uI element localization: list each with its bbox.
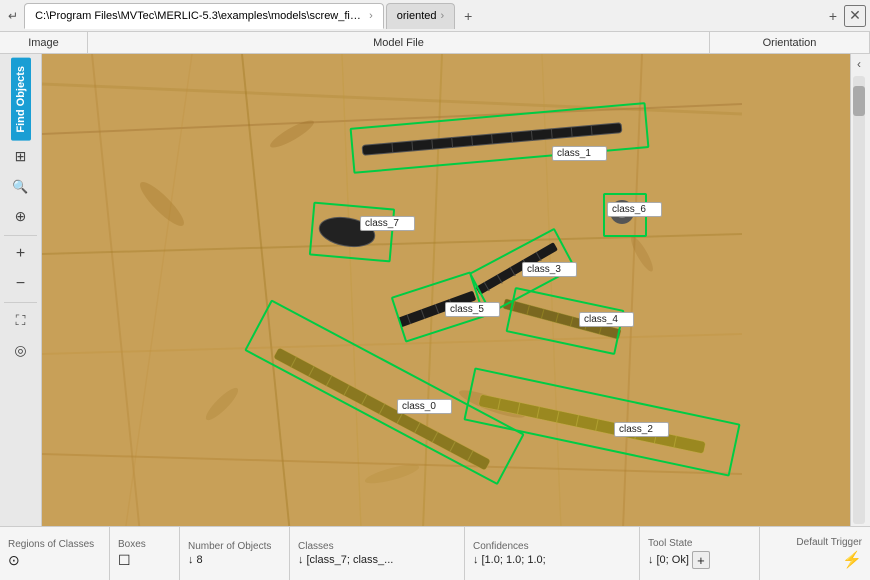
regions-label: Regions of Classes — [8, 539, 101, 550]
tab-nav-fwd: › — [369, 10, 373, 22]
tab-oriented-fwd: › — [441, 10, 445, 22]
col-header-orientation: Orientation — [710, 32, 870, 53]
status-num-objects: Number of Objects ↓ 8 — [180, 527, 290, 580]
find-objects-tab[interactable]: Find Objects — [11, 58, 31, 141]
boxes-value: ☐ — [118, 552, 171, 569]
classes-arrow-icon: ↓ — [298, 554, 304, 566]
classes-text: [class_7; class_... — [307, 554, 394, 566]
boxes-label: Boxes — [118, 539, 171, 550]
tool-state-arrow-icon: ↓ — [648, 554, 654, 566]
tool-state-label: Tool State — [648, 538, 751, 549]
tab-oriented-label: oriented — [397, 10, 437, 22]
status-confidences: Confidences ↓ [1.0; 1.0; 1.0; — [465, 527, 640, 580]
status-tool-state: Tool State ↓ [0; Ok] + — [640, 527, 760, 580]
status-boxes: Boxes ☐ — [110, 527, 180, 580]
scroll-track[interactable] — [853, 76, 865, 524]
zoom-in-icon[interactable]: ⊕ — [7, 203, 35, 231]
title-bar: ↵ C:\Program Files\MVTec\MERLIC-5.3\exam… — [0, 0, 870, 32]
scroll-thumb[interactable] — [853, 86, 865, 116]
status-bar: Regions of Classes ⊙ Boxes ☐ Number of O… — [0, 526, 870, 580]
confidences-label: Confidences — [473, 541, 631, 552]
right-panel: ‹ — [850, 54, 870, 526]
back-arrow-button[interactable]: ‹ — [851, 54, 867, 74]
main-area: Find Objects ⊞ 🔍 ⊕ + − ⛶ ◎ — [0, 54, 870, 526]
tool-state-value: ↓ [0; Ok] + — [648, 551, 751, 569]
minus-tool-icon[interactable]: − — [7, 270, 35, 298]
status-regions: Regions of Classes ⊙ — [0, 527, 110, 580]
add-trigger-button[interactable]: + — [692, 551, 710, 569]
classes-label: Classes — [298, 541, 456, 552]
boxes-icon: ☐ — [118, 552, 131, 569]
plus-tool-icon[interactable]: + — [7, 240, 35, 268]
confidences-arrow-icon: ↓ — [473, 554, 479, 566]
select-region-icon[interactable]: ⛶ — [7, 307, 35, 335]
confidences-value: ↓ [1.0; 1.0; 1.0; — [473, 554, 631, 566]
col-header-model: Model File — [88, 32, 710, 53]
num-objects-value: ↓ 8 — [188, 554, 281, 566]
search-zoom-icon[interactable]: 🔍 — [7, 173, 35, 201]
num-objects-label: Number of Objects — [188, 541, 281, 552]
status-classes: Classes ↓ [class_7; class_... — [290, 527, 465, 580]
wood-background: class_1 class_7 class_5 class_3 class_4 — [42, 54, 850, 526]
new-tab-button[interactable]: + — [457, 5, 479, 27]
default-trigger-value: ⚡ — [842, 550, 862, 570]
col-header-image: Image — [0, 32, 88, 53]
tab-model-file[interactable]: C:\Program Files\MVTec\MERLIC-5.3\exampl… — [24, 3, 384, 29]
num-objects-arrow-icon: ↓ — [188, 554, 194, 566]
tab-oriented[interactable]: oriented › — [386, 3, 455, 29]
sidebar: Find Objects ⊞ 🔍 ⊕ + − ⛶ ◎ — [0, 54, 42, 526]
image-area: class_1 class_7 class_5 class_3 class_4 — [42, 54, 850, 526]
window-add-button[interactable]: + — [822, 5, 844, 27]
tab-path-label: C:\Program Files\MVTec\MERLIC-5.3\exampl… — [35, 10, 365, 22]
grid-icon[interactable]: ⊞ — [7, 143, 35, 171]
default-trigger-label: Default Trigger — [796, 537, 862, 548]
tool-state-text: [0; Ok] — [657, 554, 689, 566]
status-default-trigger: Default Trigger ⚡ — [760, 527, 870, 580]
column-headers: Image Model File Orientation — [0, 32, 870, 54]
window-close-button[interactable]: ✕ — [844, 5, 866, 27]
tab-group: ↵ C:\Program Files\MVTec\MERLIC-5.3\exam… — [4, 3, 822, 29]
confidences-text: [1.0; 1.0; 1.0; — [482, 554, 546, 566]
sidebar-divider-1 — [4, 235, 37, 236]
back-nav-icon[interactable]: ↵ — [4, 9, 22, 23]
num-objects-count: 8 — [197, 554, 203, 566]
regions-value: ⊙ — [8, 552, 101, 569]
sidebar-divider-2 — [4, 302, 37, 303]
lightning-icon[interactable]: ⚡ — [842, 550, 862, 570]
regions-icon: ⊙ — [8, 552, 20, 569]
circle-settings-icon[interactable]: ◎ — [7, 337, 35, 365]
classes-value: ↓ [class_7; class_... — [298, 554, 456, 566]
